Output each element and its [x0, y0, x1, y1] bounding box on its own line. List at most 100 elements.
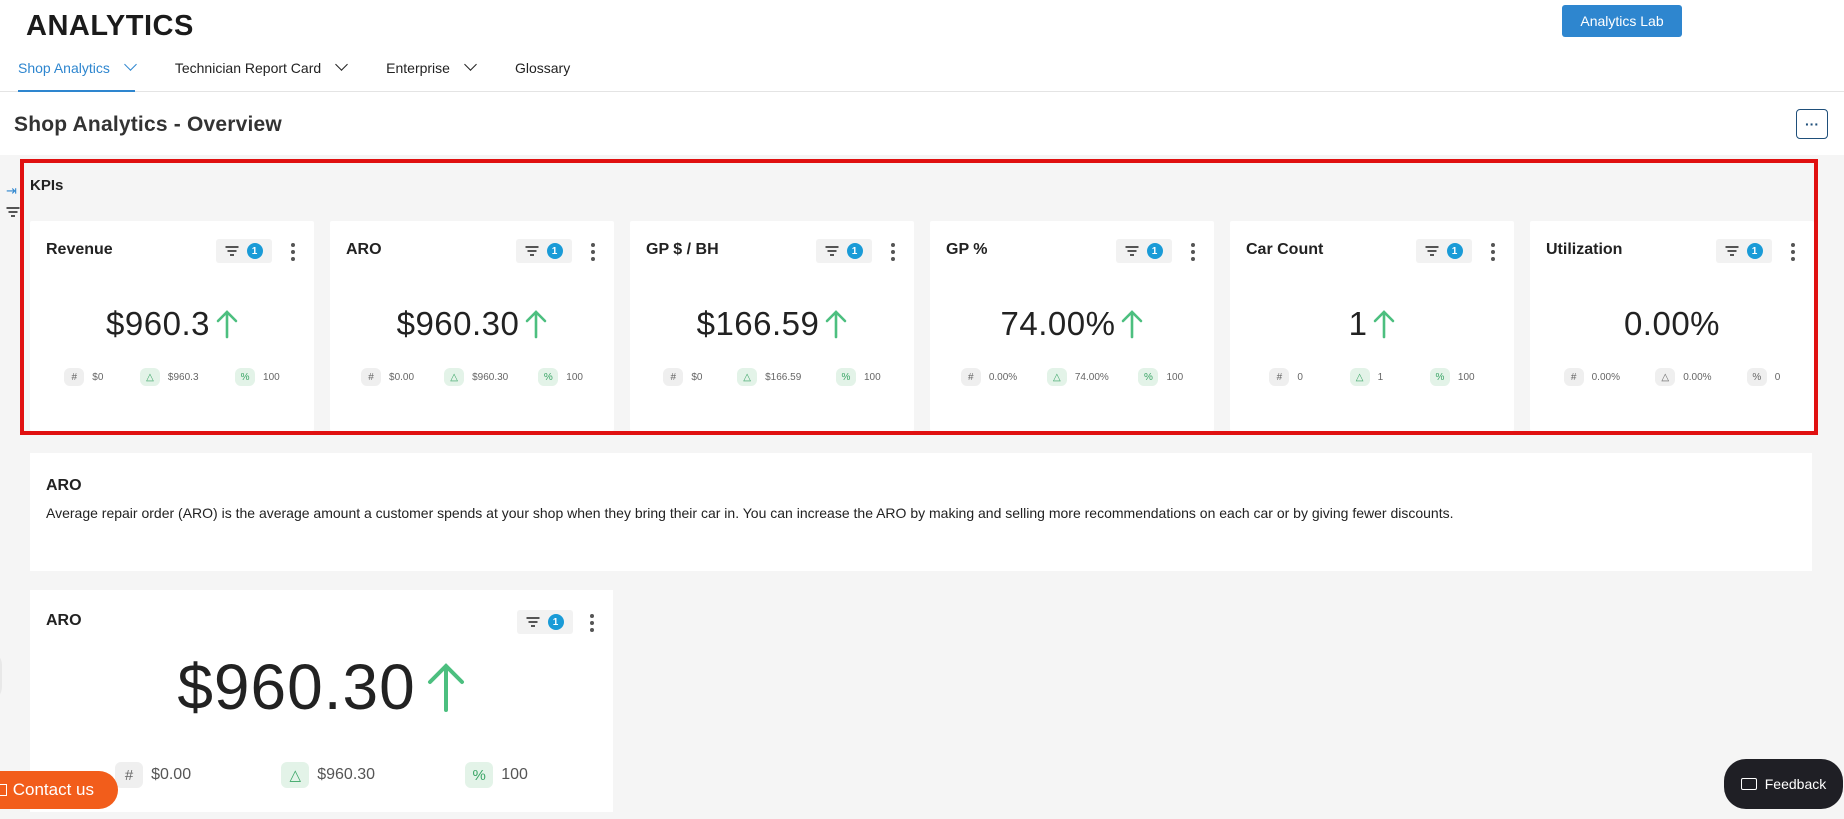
filter-icon [526, 617, 540, 627]
kpi-card-utilization: Utilization 1 0.00% #0.00% △ 0.00% % 0 [1530, 221, 1814, 431]
stat-value: 0.00% [988, 371, 1018, 383]
dashboard-content: ⇥ KPIs Revenue 1 $960.3 # $0 △ $960.3 % 100 [0, 155, 1844, 819]
nav-label: Glossary [514, 60, 571, 76]
stat-value: 0 [1774, 371, 1781, 383]
kpi-value-row: $166.59 [630, 305, 914, 343]
stat-change: △ $960.3 [139, 368, 199, 386]
contact-label: Contact us [12, 780, 94, 799]
kpi-stats: # $0.00 △ $960.30 % 100 [330, 368, 614, 386]
delta-icon: △ [281, 762, 310, 788]
stat-previous: #0 [1269, 368, 1303, 386]
collapse-arrow-icon[interactable]: ⇥ [6, 183, 19, 199]
filter-chip[interactable]: 1 [1416, 239, 1472, 263]
stat-value: $960.3 [167, 371, 199, 383]
stat-percent: % 100 [465, 762, 528, 788]
hash-icon: # [64, 368, 85, 386]
percent-icon: % [1138, 368, 1159, 386]
kpi-card-revenue: Revenue 1 $960.3 # $0 △ $960.3 % 100 [30, 221, 314, 431]
arrow-up-icon [826, 310, 847, 339]
kebab-menu-icon[interactable] [1790, 243, 1796, 261]
chevron-down-icon [123, 58, 137, 71]
aro-description-card: ARO Average repair order (ARO) is the av… [30, 453, 1812, 571]
kpi-name: ARO [346, 241, 382, 258]
kebab-menu-icon[interactable] [589, 614, 595, 632]
kpi-value-row: 1 [1230, 305, 1514, 343]
filter-count-badge: 1 [846, 243, 863, 259]
filter-icon [525, 246, 539, 256]
kebab-menu-icon[interactable] [590, 243, 596, 261]
stat-value: $0.00 [389, 371, 415, 383]
filter-chip[interactable]: 1 [516, 239, 572, 263]
stat-value: $0 [691, 371, 703, 383]
kpi-name: Car Count [1246, 241, 1324, 258]
nav-shop-analytics[interactable]: Shop Analytics [18, 55, 137, 92]
kpi-value: $960.30 [177, 651, 416, 723]
kebab-menu-icon[interactable] [1490, 243, 1496, 261]
percent-icon: % [1746, 368, 1767, 386]
stat-value: $960.30 [472, 371, 509, 383]
filter-chip[interactable]: 1 [216, 239, 272, 263]
stat-value: $960.30 [317, 766, 376, 783]
stat-change: △ 1 [1349, 368, 1383, 386]
stat-value: 74.00% [1074, 371, 1109, 383]
more-options-button[interactable]: ··· [1796, 109, 1828, 139]
kpi-row: Revenue 1 $960.3 # $0 △ $960.3 % 100 ARO 1 [30, 221, 1814, 431]
hash-icon: # [1269, 368, 1290, 386]
kpi-stats: #0 △ 1 % 100 [1230, 368, 1514, 386]
stat-value: 100 [1166, 371, 1184, 383]
kpi-name: GP $ / BH [646, 241, 719, 258]
stat-change: △ $166.59 [737, 368, 801, 386]
feedback-button[interactable]: Feedback [1724, 759, 1843, 809]
filter-icon[interactable] [6, 205, 19, 220]
arrow-up-icon [216, 310, 238, 339]
app-title: ANALYTICS [26, 10, 194, 42]
stat-value: 100 [263, 371, 280, 383]
delta-icon: △ [444, 368, 465, 386]
stat-value: $0 [92, 371, 104, 383]
filter-chip[interactable]: 1 [517, 610, 573, 634]
stat-previous: # $0 [64, 368, 103, 386]
filter-chip[interactable]: 1 [1116, 239, 1172, 263]
stat-value: 0 [1297, 371, 1303, 383]
stat-percent: % 100 [235, 368, 280, 386]
filter-icon [1725, 246, 1739, 256]
filter-count-badge: 1 [1446, 243, 1463, 259]
side-panel-tab[interactable] [0, 651, 2, 701]
filter-count-badge: 1 [547, 614, 564, 630]
filter-count-badge: 1 [546, 243, 563, 259]
kpi-stats: # $0.00 △ $960.30 % 100 [30, 762, 613, 788]
nav-enterprise[interactable]: Enterprise [386, 55, 477, 92]
nav-label: Technician Report Card [174, 60, 322, 76]
filter-icon [225, 246, 239, 256]
filter-chip[interactable]: 1 [816, 239, 872, 263]
kpi-name: GP % [946, 241, 988, 258]
arrow-up-icon [1374, 310, 1395, 339]
main-nav: Shop Analytics Technician Report Card En… [18, 55, 610, 92]
kebab-menu-icon[interactable] [890, 243, 896, 261]
kpi-value: $960.30 [396, 305, 520, 342]
stat-percent: % 100 [538, 368, 583, 386]
filter-chip[interactable]: 1 [1716, 239, 1772, 263]
kpi-card-gp-percent: GP % 1 74.00% #0.00% △ 74.00% % 100 [930, 221, 1214, 431]
kebab-menu-icon[interactable] [290, 243, 296, 261]
delta-icon: △ [1655, 368, 1676, 386]
nav-glossary[interactable]: Glossary [515, 55, 570, 92]
stat-value: $166.59 [765, 371, 802, 383]
percent-icon: % [465, 762, 494, 788]
stat-change: △ $960.30 [444, 368, 508, 386]
stat-previous: #0.00% [960, 368, 1018, 386]
kebab-menu-icon[interactable] [1190, 243, 1196, 261]
percent-icon: % [235, 368, 256, 386]
nav-label: Enterprise [386, 60, 450, 76]
analytics-lab-button[interactable]: Analytics Lab [1562, 5, 1682, 37]
chevron-down-icon [335, 58, 349, 71]
kpi-value-row: 74.00% [930, 305, 1214, 343]
contact-us-button[interactable]: Contact us [0, 771, 118, 809]
nav-label: Shop Analytics [18, 60, 110, 76]
stat-previous: #0.00% [1563, 368, 1620, 386]
nav-technician-report-card[interactable]: Technician Report Card [174, 55, 349, 92]
chat-icon [0, 784, 7, 796]
kpi-card-gp-per-bh: GP $ / BH 1 $166.59 # $0 △ $166.59 % 100 [630, 221, 914, 431]
kpi-value: $166.59 [696, 305, 820, 342]
filter-count-badge: 1 [1746, 243, 1763, 259]
